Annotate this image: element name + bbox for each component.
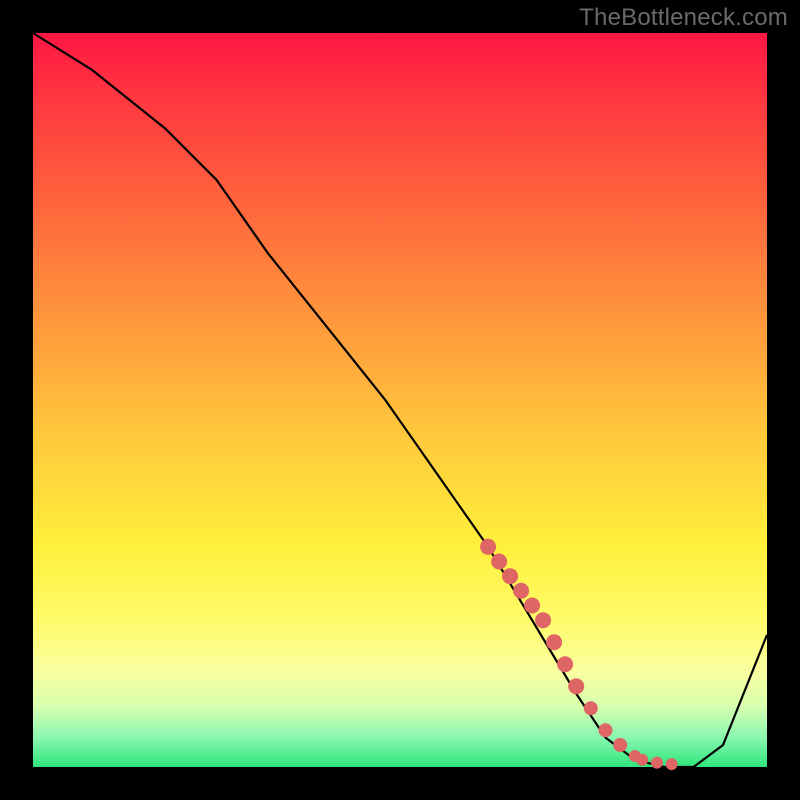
highlight-dot	[568, 678, 584, 694]
highlight-dot	[513, 583, 529, 599]
highlight-dot	[557, 656, 573, 672]
highlight-dot	[546, 634, 562, 650]
watermark-label: TheBottleneck.com	[579, 4, 788, 32]
highlight-dot	[480, 539, 496, 555]
highlight-dot	[666, 758, 678, 770]
highlight-dot	[584, 701, 598, 715]
highlight-dot	[535, 612, 551, 628]
chart-container: TheBottleneck.com	[0, 0, 800, 800]
highlight-dot	[651, 757, 663, 769]
highlight-dot	[613, 738, 627, 752]
plot-background	[33, 33, 767, 767]
highlight-dot	[599, 723, 613, 737]
highlight-dot	[524, 598, 540, 614]
highlight-dot	[502, 568, 518, 584]
bottleneck-chart	[0, 0, 800, 800]
highlight-dot	[491, 554, 507, 570]
highlight-dot	[636, 754, 648, 766]
